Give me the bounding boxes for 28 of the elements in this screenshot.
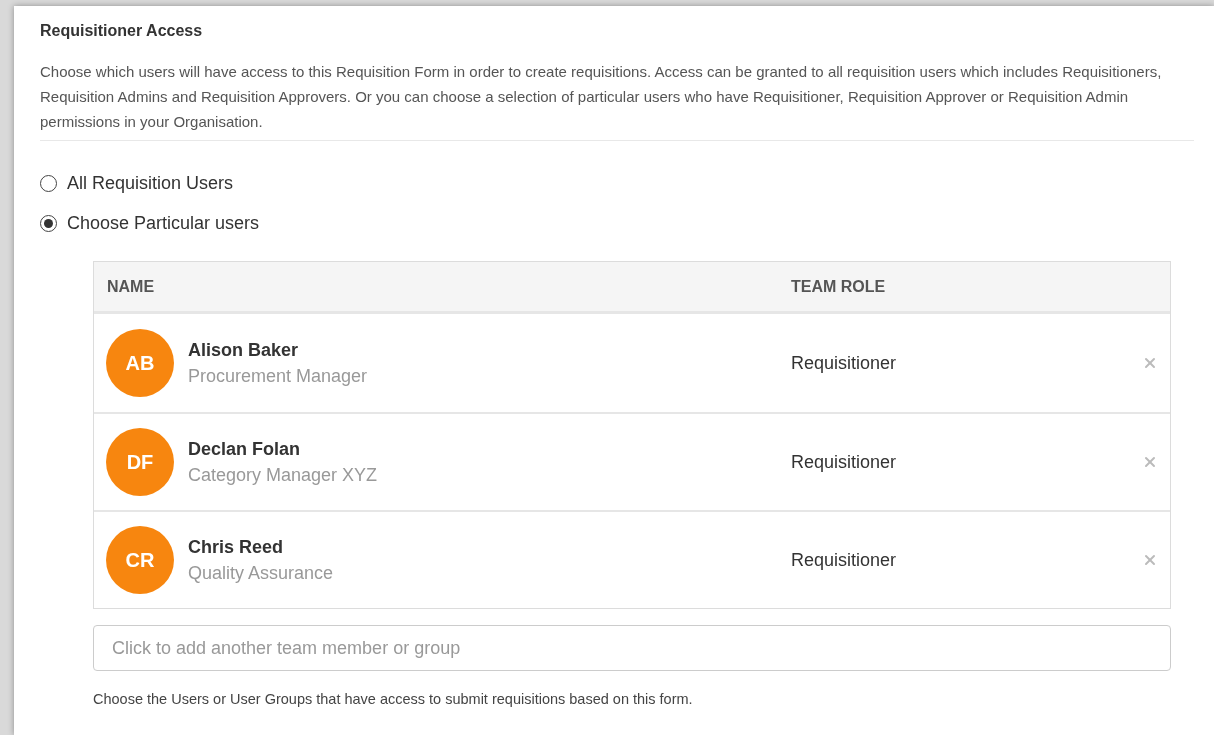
close-icon	[1142, 454, 1158, 470]
user-name: Alison Baker	[188, 339, 300, 362]
hint-text: Choose the Users or User Groups that have access to submit requisitions based on this form.	[93, 690, 694, 709]
team-role: Requisitioner	[791, 450, 898, 474]
user-title: Procurement Manager	[188, 365, 368, 388]
team-role: Requisitioner	[791, 351, 898, 375]
close-icon	[1142, 355, 1158, 371]
section-title: Requisitioner Access	[40, 21, 204, 41]
user-name: Declan Folan	[188, 438, 302, 461]
close-icon	[1142, 552, 1158, 568]
radio-button[interactable]	[40, 174, 57, 192]
user-name: Chris Reed	[188, 536, 285, 559]
column-header: NAME	[106, 276, 156, 297]
column-header: TEAM ROLE	[791, 276, 886, 297]
radio-option[interactable]: All Requisition Users	[40, 171, 1194, 195]
add-member-field[interactable]: Click to add another team member or group	[93, 625, 1171, 671]
radio-option[interactable]: Choose Particular users	[40, 211, 1194, 235]
radio-button[interactable]	[40, 214, 57, 232]
remove-button[interactable]	[1142, 552, 1158, 568]
user-title: Quality Assurance	[188, 562, 334, 585]
avatar: CR	[106, 526, 174, 594]
avatar: DF	[106, 428, 174, 496]
team-role: Requisitioner	[791, 548, 898, 572]
user-title: Category Manager XYZ	[188, 464, 378, 487]
remove-button[interactable]	[1142, 355, 1158, 371]
avatar: AB	[106, 329, 174, 397]
section-description: Choose which users will have access to this Requisition Form in order to create requisitions. Access can be granted to all requisition users which includes Requisitioners, Requisition Admins and Requisition Approvers. Or you can choose a selection of particular users who have Requisitioner, Requisition Approver or Requisition Admin permissions in your Organisation.	[40, 62, 1163, 132]
remove-button[interactable]	[1142, 454, 1158, 470]
